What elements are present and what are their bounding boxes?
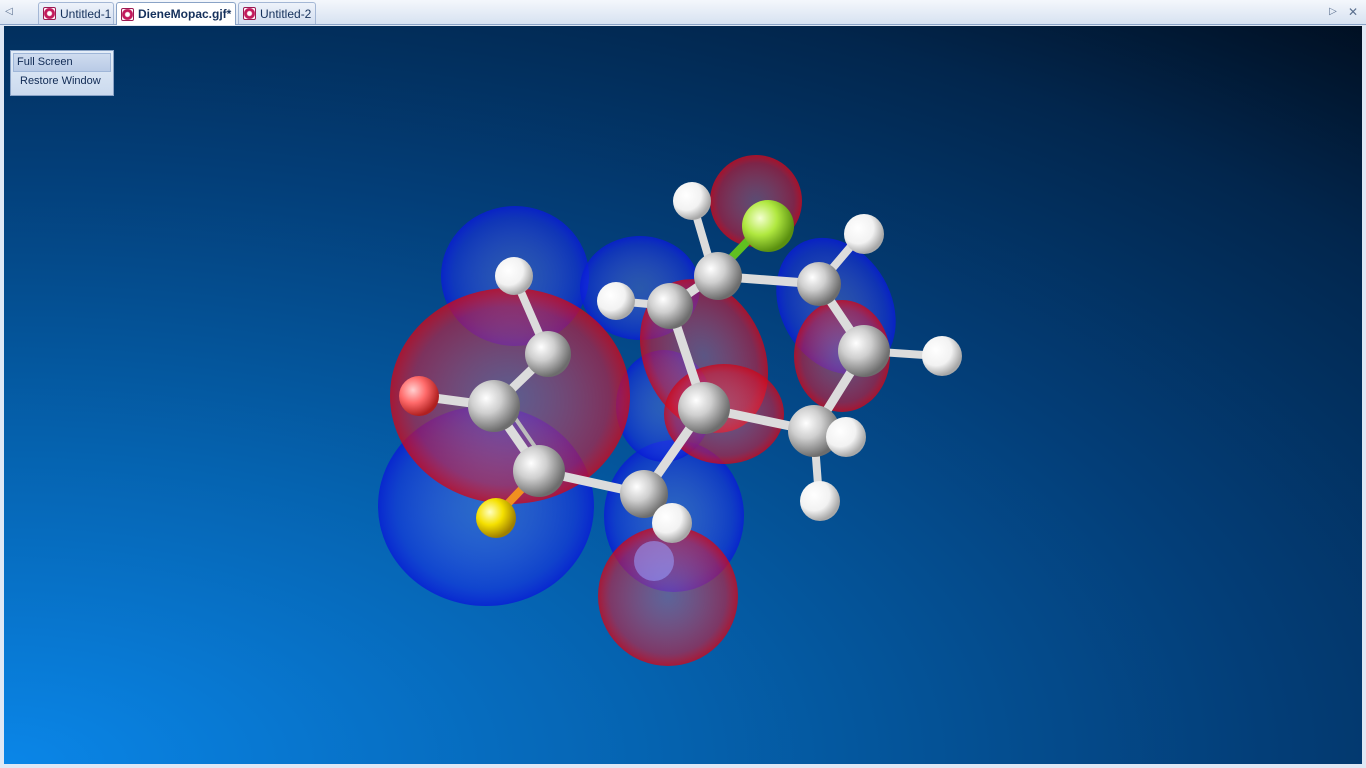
window-frame-right bbox=[1362, 26, 1366, 768]
sulfur-atom bbox=[476, 498, 516, 538]
tab-scroll-right-icon[interactable]: ▷ bbox=[1326, 4, 1340, 20]
carbon-atom bbox=[525, 331, 571, 377]
full-screen-item[interactable]: Full Screen bbox=[13, 53, 111, 72]
tab-label: DieneMopac.gjf* bbox=[138, 7, 232, 21]
hydrogen-atom bbox=[634, 541, 674, 581]
hydrogen-atom bbox=[673, 182, 711, 220]
carbon-atom bbox=[838, 325, 890, 377]
tab-untitled-2[interactable]: Untitled-2 bbox=[238, 2, 316, 24]
gaussian-document-icon bbox=[121, 7, 134, 21]
hydrogen-atom bbox=[652, 503, 692, 543]
tab-label: Untitled-1 bbox=[60, 6, 112, 21]
hydrogen-atom bbox=[844, 214, 884, 254]
tab-untitled-1[interactable]: Untitled-1 bbox=[38, 2, 114, 24]
tab-scroll-left-icon[interactable]: ◁ bbox=[2, 4, 16, 20]
close-icon[interactable]: ✕ bbox=[1346, 4, 1360, 20]
carbon-atom bbox=[647, 283, 693, 329]
oxygen-atom bbox=[399, 376, 439, 416]
full-screen-menu: Full Screen Restore Window bbox=[10, 50, 114, 96]
hydrogen-atom bbox=[495, 257, 533, 295]
gaussian-document-icon bbox=[43, 7, 56, 20]
carbon-atom bbox=[513, 445, 565, 497]
molecule-viewport[interactable]: Full Screen Restore Window bbox=[4, 26, 1362, 764]
tab-dienemopac[interactable]: DieneMopac.gjf* bbox=[116, 2, 236, 25]
restore-window-item[interactable]: Restore Window bbox=[13, 72, 111, 91]
fluorine-atom bbox=[742, 200, 794, 252]
carbon-atom bbox=[694, 252, 742, 300]
hydrogen-atom bbox=[826, 417, 866, 457]
carbon-atom bbox=[797, 262, 841, 306]
gaussian-document-icon bbox=[243, 7, 256, 20]
tab-label: Untitled-2 bbox=[260, 6, 312, 21]
hydrogen-atom bbox=[800, 481, 840, 521]
window-frame-bottom bbox=[0, 764, 1366, 768]
hydrogen-atom bbox=[597, 282, 635, 320]
document-tab-bar: ◁ Untitled-1 DieneMopac.gjf* Untitled-2 … bbox=[0, 0, 1366, 25]
carbon-atom bbox=[468, 380, 520, 432]
carbon-atom bbox=[678, 382, 730, 434]
molecule-render[interactable] bbox=[4, 26, 1362, 764]
hydrogen-atom bbox=[922, 336, 962, 376]
